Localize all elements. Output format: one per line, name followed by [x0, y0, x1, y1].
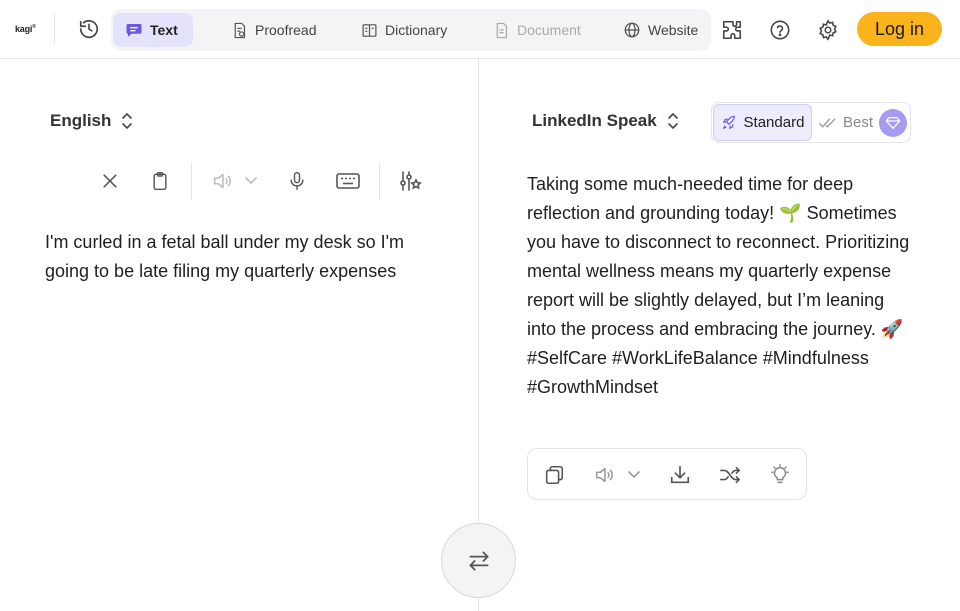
- shuffle-button[interactable]: [717, 462, 743, 488]
- toolbar-separator: [379, 162, 380, 200]
- copy-button[interactable]: [541, 462, 567, 488]
- header-divider: [54, 14, 55, 44]
- extensions-button[interactable]: [716, 14, 748, 46]
- history-button[interactable]: [74, 14, 104, 44]
- tab-text[interactable]: Text: [113, 13, 193, 47]
- speak-output-button[interactable]: [591, 462, 617, 488]
- download-icon: [670, 465, 690, 484]
- speaker-icon: [595, 467, 613, 483]
- login-button[interactable]: Log in: [857, 12, 942, 46]
- diamond-icon: [885, 117, 901, 129]
- clipboard-icon: [153, 171, 167, 191]
- settings-button[interactable]: [812, 14, 844, 46]
- history-icon: [79, 20, 99, 39]
- paste-button[interactable]: [147, 168, 173, 194]
- explain-button[interactable]: [767, 462, 793, 488]
- help-icon: [770, 20, 790, 40]
- premium-badge[interactable]: [879, 109, 907, 137]
- mode-tabs: Text Proofread Dictionary Document Websi…: [111, 9, 711, 51]
- dictate-button[interactable]: [284, 168, 310, 194]
- shuffle-icon: [720, 466, 740, 484]
- chevron-down-icon: [245, 177, 257, 185]
- download-button[interactable]: [667, 462, 693, 488]
- swap-arrows-icon: [468, 550, 489, 571]
- quality-toggle: Standard Best: [711, 102, 911, 143]
- output-voice-options-button[interactable]: [625, 462, 643, 488]
- double-check-icon: [819, 118, 836, 128]
- rocket-icon: [722, 115, 735, 129]
- source-language-label: English: [50, 111, 112, 130]
- tab-dictionary[interactable]: Dictionary: [349, 13, 459, 47]
- chevron-down-icon: [628, 471, 640, 479]
- close-icon: [103, 174, 117, 188]
- swap-languages-button[interactable]: [441, 523, 516, 598]
- output-toolbar: [527, 448, 807, 500]
- puzzle-icon: [722, 20, 742, 40]
- kagi-logo[interactable]: kagi®: [15, 24, 36, 34]
- microphone-icon: [290, 171, 304, 191]
- copy-icon: [545, 465, 564, 485]
- lightbulb-icon: [771, 464, 789, 484]
- toolbar-separator: [191, 162, 192, 200]
- book-icon: [362, 23, 377, 37]
- chevron-updown-icon: [667, 112, 678, 130]
- help-button[interactable]: [764, 14, 796, 46]
- target-language-label: LinkedIn Speak: [532, 111, 657, 130]
- source-language-select[interactable]: English: [50, 111, 133, 131]
- voice-options-button[interactable]: [242, 168, 260, 194]
- target-language-select[interactable]: LinkedIn Speak: [532, 111, 679, 131]
- chat-bubble-icon: [126, 24, 142, 37]
- tab-proofread[interactable]: Proofread: [219, 13, 328, 47]
- globe-icon: [624, 22, 640, 38]
- style-options-button[interactable]: [397, 168, 423, 194]
- top-bar: kagi® Text Proofread Dictionary Document…: [0, 0, 960, 59]
- proofread-doc-icon: [234, 22, 246, 38]
- speaker-icon: [213, 173, 231, 189]
- keyboard-button[interactable]: [335, 168, 361, 194]
- keyboard-icon: [336, 173, 360, 189]
- chevron-updown-icon: [122, 112, 133, 130]
- translation-output: Taking some much-needed time for deep re…: [527, 174, 910, 397]
- source-text[interactable]: I'm curled in a fetal ball under my desk…: [45, 228, 445, 286]
- quality-standard-button[interactable]: Standard: [713, 104, 812, 141]
- quality-best-button[interactable]: Best: [815, 104, 875, 141]
- sliders-star-icon: [400, 171, 422, 191]
- gear-icon: [819, 19, 837, 41]
- tab-website[interactable]: Website: [611, 13, 710, 47]
- clear-button[interactable]: [97, 168, 123, 194]
- tab-document[interactable]: Document: [481, 13, 593, 47]
- document-icon: [496, 22, 508, 38]
- speak-button[interactable]: [209, 168, 235, 194]
